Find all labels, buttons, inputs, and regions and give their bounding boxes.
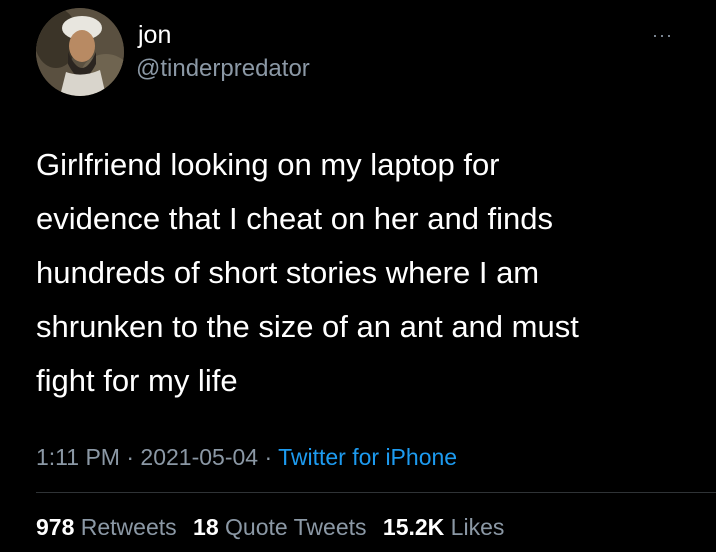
quote-tweets-count: 18 xyxy=(193,514,219,540)
tweet-date[interactable]: 2021-05-04 xyxy=(140,444,258,470)
retweets-label: Retweets xyxy=(80,514,177,540)
meta-separator: · xyxy=(258,444,279,470)
user-handle[interactable]: @tinderpredator xyxy=(136,54,310,84)
profile-photo-icon xyxy=(36,8,124,96)
divider xyxy=(36,492,716,493)
quote-tweets-label: Quote Tweets xyxy=(225,514,367,540)
likes-count: 15.2K xyxy=(382,514,445,540)
tweet-time[interactable]: 1:11 PM xyxy=(36,444,120,470)
tweet-card: jon @tinderpredator ··· Girlfriend looki… xyxy=(0,0,716,552)
tweet-source-link[interactable]: Twitter for iPhone xyxy=(278,444,457,470)
retweets-count: 978 xyxy=(36,514,75,540)
tweet-metadata: 1:11 PM · 2021-05-04 · Twitter for iPhon… xyxy=(36,442,457,472)
likes-stat[interactable]: 15.2K Likes xyxy=(383,514,504,540)
retweets-stat[interactable]: 978 Retweets xyxy=(36,514,177,540)
likes-label: Likes xyxy=(450,514,505,540)
avatar[interactable] xyxy=(36,8,124,96)
display-name[interactable]: jon xyxy=(138,20,171,50)
tweet-text: Girlfriend looking on my laptop for evid… xyxy=(36,147,579,398)
quote-tweets-stat[interactable]: 18 Quote Tweets xyxy=(193,514,366,540)
tweet-stats: 978 Retweets 18 Quote Tweets 15.2K Likes xyxy=(36,512,514,542)
more-options-icon[interactable]: ··· xyxy=(652,26,680,44)
meta-separator: · xyxy=(119,444,141,470)
